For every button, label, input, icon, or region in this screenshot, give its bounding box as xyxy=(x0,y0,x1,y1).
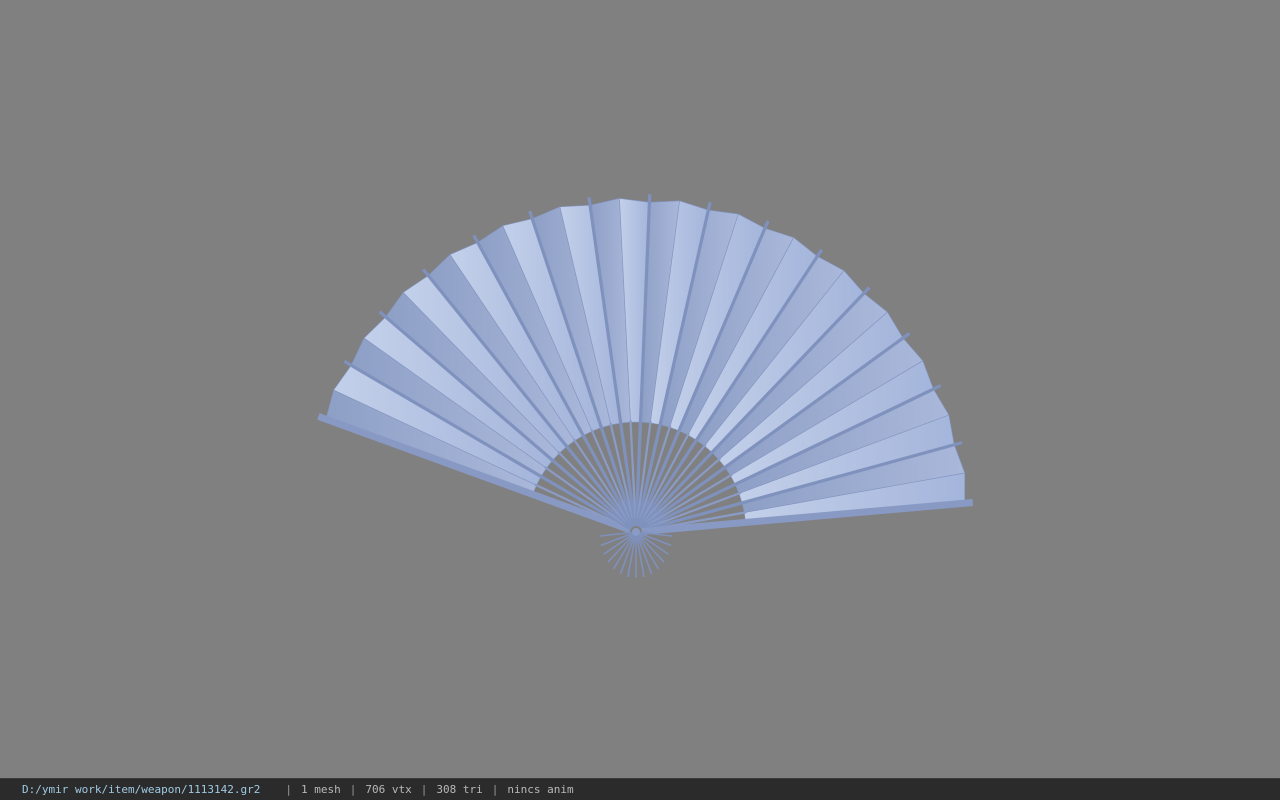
fan-model xyxy=(317,194,974,578)
separator: | xyxy=(349,783,357,796)
fan-pivot xyxy=(632,528,640,536)
fan-group xyxy=(317,194,974,578)
animation-status: nincs anim xyxy=(507,783,574,796)
separator: | xyxy=(491,783,499,796)
file-path: D:/ymir work/item/weapon/1113142.gr2 xyxy=(22,783,261,796)
separator: | xyxy=(285,783,293,796)
3d-viewport[interactable] xyxy=(0,0,1280,778)
separator: | xyxy=(420,783,428,796)
status-bar: D:/ymir work/item/weapon/1113142.gr2 | 1… xyxy=(0,778,1280,800)
vertex-count: 706 vtx xyxy=(365,783,412,796)
mesh-count: 1 mesh xyxy=(301,783,341,796)
triangle-count: 308 tri xyxy=(436,783,483,796)
